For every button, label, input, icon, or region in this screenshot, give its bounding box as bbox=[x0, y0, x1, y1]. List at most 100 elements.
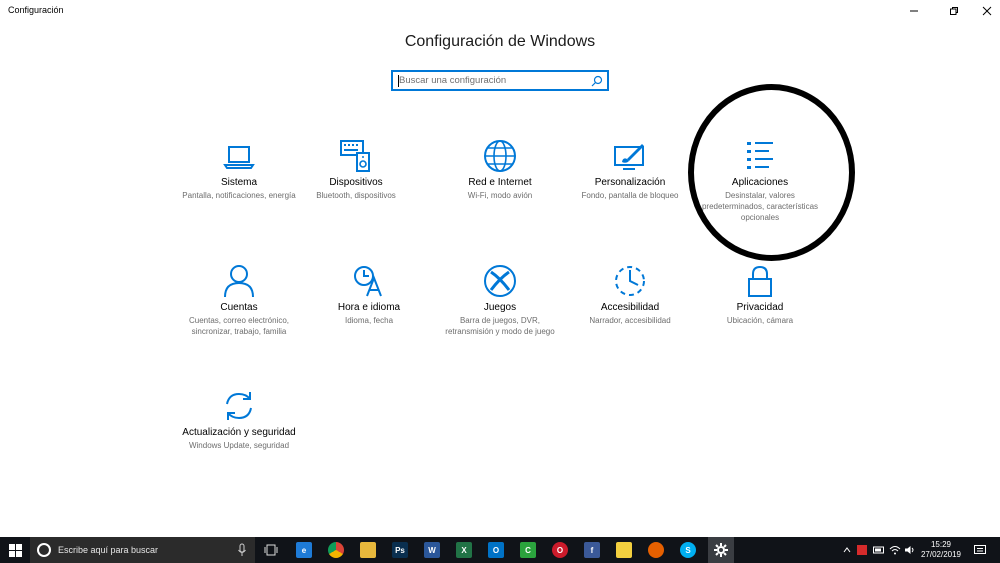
maximize-button[interactable] bbox=[937, 0, 971, 22]
tile-name: Red e Internet bbox=[468, 177, 532, 188]
app-list-icon bbox=[747, 142, 773, 169]
laptop-icon bbox=[223, 146, 255, 169]
tray-overflow-button[interactable] bbox=[840, 537, 854, 563]
minimize-button[interactable] bbox=[897, 0, 931, 22]
tile-hora-idioma[interactable]: Hora e idioma Idioma, fecha bbox=[307, 264, 431, 326]
search-input[interactable]: Buscar una configuración bbox=[391, 70, 609, 91]
tile-description: Barra de juegos, DVR, retransmisión y mo… bbox=[445, 316, 555, 336]
clock-time: 15:29 bbox=[930, 540, 952, 549]
taskbar-app-word[interactable]: W bbox=[422, 540, 442, 560]
tile-name: Dispositivos bbox=[329, 177, 383, 188]
wifi-icon bbox=[889, 546, 901, 555]
close-icon bbox=[982, 6, 992, 16]
tile-description: Cuentas, correo electrónico, sincronizar… bbox=[188, 316, 290, 336]
time-language-icon bbox=[354, 266, 382, 297]
taskbar-app-opera[interactable]: O bbox=[550, 540, 570, 560]
battery-icon bbox=[873, 546, 884, 554]
tile-description: Idioma, fecha bbox=[344, 316, 394, 325]
minimize-icon bbox=[910, 10, 918, 12]
speaker-icon bbox=[905, 546, 914, 554]
tile-description: Narrador, accesibilidad bbox=[589, 316, 671, 325]
antivirus-icon bbox=[857, 545, 867, 555]
file-explorer-icon bbox=[360, 542, 376, 558]
tile-juegos[interactable]: Juegos Barra de juegos, DVR, retransmisi… bbox=[438, 264, 562, 337]
taskbar-app-photoshop[interactable]: Ps bbox=[390, 540, 410, 560]
tile-description: Wi-Fi, modo avión bbox=[467, 191, 533, 200]
taskbar-app-excel[interactable]: X bbox=[454, 540, 474, 560]
restore-icon bbox=[950, 7, 958, 15]
taskbar-app-file-explorer[interactable] bbox=[358, 540, 378, 560]
excel-icon: X bbox=[456, 542, 472, 558]
task-view-button[interactable] bbox=[261, 540, 281, 560]
taskbar-app-edge[interactable]: e bbox=[294, 540, 314, 560]
close-button[interactable] bbox=[970, 0, 1000, 22]
tile-name: Privacidad bbox=[736, 302, 784, 313]
opera-icon: O bbox=[552, 542, 568, 558]
taskbar: Escribe aquí para buscar e Ps W X O C Of S 15:2… bbox=[0, 537, 1000, 563]
action-center-button[interactable] bbox=[970, 537, 990, 563]
tile-personalizacion[interactable]: Personalización Fondo, pantalla de bloqu… bbox=[568, 139, 692, 201]
title-bar: Configuración bbox=[0, 0, 1000, 22]
taskbar-app-firefox[interactable] bbox=[646, 540, 666, 560]
taskbar-app-skype[interactable]: S bbox=[678, 540, 698, 560]
skype-icon: S bbox=[680, 542, 696, 558]
taskbar-search[interactable]: Escribe aquí para buscar bbox=[30, 537, 255, 563]
windows-logo-icon bbox=[8, 543, 22, 557]
tile-privacidad[interactable]: Privacidad Ubicación, cámara bbox=[698, 264, 822, 326]
word-icon: W bbox=[424, 542, 440, 558]
tile-name: Personalización bbox=[594, 177, 666, 188]
tile-description: Ubicación, cámara bbox=[726, 316, 794, 325]
system-clock[interactable]: 15:29 27/02/2019 bbox=[918, 540, 964, 560]
tile-description: Pantalla, notificaciones, energía bbox=[182, 191, 296, 200]
taskbar-search-text: Escribe aquí para buscar bbox=[58, 545, 159, 555]
network-button[interactable] bbox=[888, 537, 902, 563]
tray-app[interactable] bbox=[856, 537, 868, 563]
paint-screen-icon bbox=[614, 144, 644, 170]
volume-button[interactable] bbox=[903, 537, 917, 563]
tile-name: Hora e idioma bbox=[337, 302, 401, 313]
tile-dispositivos[interactable]: Dispositivos Bluetooth, dispositivos bbox=[294, 139, 418, 201]
settings-icon bbox=[713, 542, 729, 558]
tile-red-internet[interactable]: Red e Internet Wi-Fi, modo avión bbox=[438, 139, 562, 201]
tile-description: Bluetooth, dispositivos bbox=[316, 191, 396, 200]
firefox-icon bbox=[648, 542, 664, 558]
window-title: Configuración bbox=[8, 5, 64, 15]
start-button[interactable] bbox=[0, 537, 30, 563]
tile-aplicaciones[interactable]: Aplicaciones Desinstalar, valores predet… bbox=[698, 139, 822, 223]
microphone-icon[interactable] bbox=[237, 543, 247, 557]
taskbar-app-chrome[interactable] bbox=[326, 540, 346, 560]
tile-accesibilidad[interactable]: Accesibilidad Narrador, accesibilidad bbox=[568, 264, 692, 326]
tile-name: Aplicaciones bbox=[731, 177, 789, 188]
taskbar-app-outlook[interactable]: O bbox=[486, 540, 506, 560]
globe-icon bbox=[484, 140, 516, 172]
notification-icon bbox=[974, 544, 986, 554]
tile-description: Windows Update, seguridad bbox=[188, 441, 290, 450]
battery-button[interactable] bbox=[872, 537, 886, 563]
person-icon bbox=[224, 265, 254, 298]
outlook-icon: O bbox=[488, 542, 504, 558]
ease-of-access-icon bbox=[615, 266, 645, 296]
tile-sistema[interactable]: Sistema Pantalla, notificaciones, energí… bbox=[177, 139, 301, 201]
tile-name: Sistema bbox=[220, 177, 258, 188]
search-placeholder: Buscar una configuración bbox=[399, 75, 507, 86]
tile-name: Accesibilidad bbox=[600, 302, 660, 313]
sticky-notes-icon bbox=[616, 542, 632, 558]
photoshop-icon: Ps bbox=[392, 542, 408, 558]
search-icon[interactable] bbox=[591, 75, 603, 87]
taskbar-app-settings[interactable] bbox=[708, 537, 734, 563]
taskbar-app-facebook[interactable]: f bbox=[582, 540, 602, 560]
tile-name: Juegos bbox=[483, 302, 517, 313]
camtasia-icon: C bbox=[520, 542, 536, 558]
taskbar-app-sticky-notes[interactable] bbox=[614, 540, 634, 560]
taskbar-app-camtasia[interactable]: C bbox=[518, 540, 538, 560]
cortana-icon bbox=[37, 543, 51, 557]
tile-name: Cuentas bbox=[220, 302, 258, 313]
tile-actualizacion[interactable]: Actualización y seguridad Windows Update… bbox=[177, 389, 301, 451]
edge-icon: e bbox=[296, 542, 312, 558]
lock-icon bbox=[748, 265, 772, 297]
keyboard-speaker-icon bbox=[340, 140, 370, 172]
chrome-icon bbox=[328, 542, 344, 558]
tile-cuentas[interactable]: Cuentas Cuentas, correo electrónico, sin… bbox=[177, 264, 301, 337]
tile-description: Fondo, pantalla de bloqueo bbox=[581, 191, 679, 200]
chevron-up-icon bbox=[843, 547, 851, 553]
